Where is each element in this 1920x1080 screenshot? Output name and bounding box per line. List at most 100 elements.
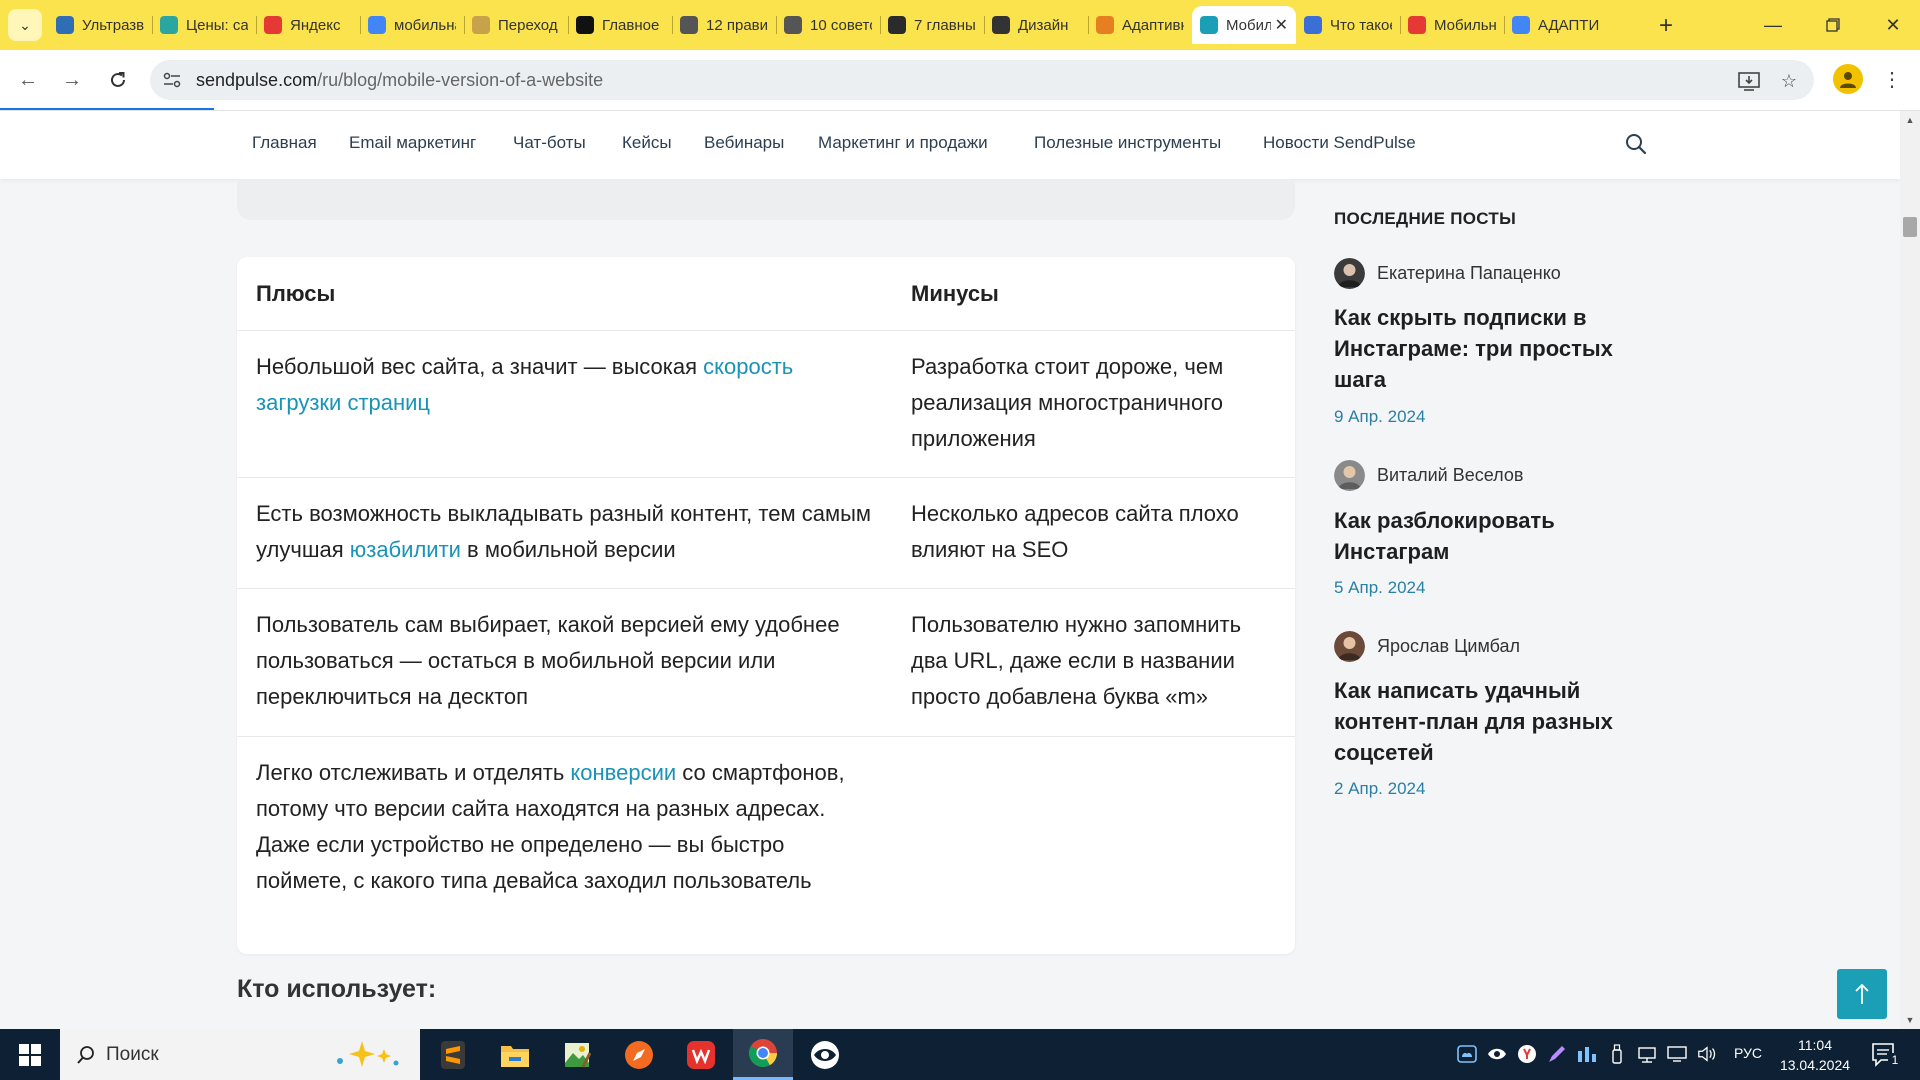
post-author[interactable]: Ярослав Цимбал — [1334, 630, 1521, 662]
tab-strip: ⌄ Ультразвук Цены: сайт Яндекс мобильная Пер… — [0, 0, 1920, 50]
post-author[interactable]: Виталий Веселов — [1334, 459, 1524, 491]
chart-tray-icon[interactable] — [1577, 1044, 1597, 1064]
close-tab-icon[interactable]: ✕ — [1275, 15, 1288, 35]
ipg-icon — [888, 16, 906, 34]
post-date: 9 Апр. 2024 — [1334, 407, 1426, 426]
windows-logo-icon — [19, 1043, 41, 1066]
new-tab-button[interactable]: + — [1652, 12, 1680, 40]
pro-cell: Небольшой вес сайта, а значит — высокая … — [256, 354, 794, 415]
tab-search-button[interactable]: ⌄ — [8, 9, 42, 41]
pen-icon[interactable] — [1547, 1044, 1567, 1064]
browser-menu-button[interactable]: ⋮ — [1880, 64, 1904, 94]
browser-tab[interactable]: АДАПТИВНЫЙ — [1504, 6, 1608, 44]
search-icon[interactable] — [1624, 132, 1648, 156]
nav-item-cases[interactable]: Кейсы — [622, 133, 672, 153]
table-row: Есть возможность выкладывать разный конт… — [237, 478, 1295, 589]
volume-icon[interactable] — [1697, 1044, 1717, 1064]
browser-tab[interactable]: Главное — [568, 6, 672, 44]
recent-posts-title: ПОСЛЕДНИЕ ПОСТЫ — [1334, 209, 1517, 228]
page-scrollbar[interactable]: ▲ ▼ — [1900, 111, 1920, 1029]
mascot-icon — [1096, 16, 1114, 34]
yandex-browser-icon[interactable] — [1517, 1044, 1537, 1064]
browser-tab[interactable]: мобильная — [360, 6, 464, 44]
tab-title: 12 правил — [706, 16, 768, 34]
browser-tab-active[interactable]: Мобильная✕ — [1192, 6, 1296, 44]
maximize-button[interactable] — [1810, 10, 1856, 40]
input-language[interactable]: РУС — [1734, 1045, 1762, 1061]
browser-tab[interactable]: Что такое — [1296, 6, 1400, 44]
taskbar-app[interactable] — [485, 1029, 545, 1080]
scroll-down-arrow-icon[interactable]: ▼ — [1900, 1013, 1920, 1027]
nav-item-marketing-sales[interactable]: Маркетинг и продажи — [818, 133, 988, 153]
nav-item-sendpulse-news[interactable]: Новости SendPulse — [1263, 133, 1416, 153]
network-icon[interactable] — [1637, 1044, 1657, 1064]
nav-item-home[interactable]: Главная — [252, 133, 317, 153]
reload-button[interactable] — [102, 64, 134, 96]
author-name: Ярослав Цимбал — [1377, 635, 1521, 656]
browser-tab[interactable]: Ультразвук — [48, 6, 152, 44]
pros-cons-table: Плюсы Минусы Небольшой вес сайта, а знач… — [237, 257, 1295, 954]
install-icon — [1738, 72, 1760, 91]
close-window-button[interactable]: ✕ — [1870, 10, 1916, 40]
browser-tab[interactable]: 7 главных — [880, 6, 984, 44]
usb-icon[interactable] — [1607, 1044, 1627, 1064]
header-pros: Плюсы — [256, 281, 336, 306]
notification-center-button[interactable]: 1 — [1870, 1041, 1902, 1069]
back-button[interactable]: ← — [12, 64, 44, 96]
eye-tray-icon[interactable] — [1487, 1044, 1507, 1064]
cloud-sync-icon[interactable] — [1457, 1044, 1477, 1064]
browser-tab[interactable]: Переход — [464, 6, 568, 44]
address-bar[interactable]: sendpulse.com/ru/blog/mobile-version-of-… — [150, 60, 1814, 100]
octopus-icon — [1408, 16, 1426, 34]
medium-icon — [576, 16, 594, 34]
usability-link[interactable]: юзабилити — [350, 537, 461, 562]
taskbar-search-placeholder: Поиск — [106, 1043, 159, 1065]
taskbar-app[interactable] — [547, 1029, 607, 1080]
post-date: 5 Апр. 2024 — [1334, 578, 1426, 597]
browser-tab[interactable]: Адаптивный — [1088, 6, 1192, 44]
nav-item-useful-tools[interactable]: Полезные инструменты — [1034, 133, 1221, 153]
taskbar-app[interactable] — [733, 1029, 793, 1080]
map-pin-icon — [264, 16, 282, 34]
monitor-icon[interactable] — [1667, 1044, 1687, 1064]
file-explorer-icon — [501, 1045, 529, 1067]
browser-tab[interactable]: Цены: сайт — [152, 6, 256, 44]
nav-item-chatbots[interactable]: Чат-боты — [513, 133, 586, 153]
browser-tab[interactable]: Дизайн — [984, 6, 1088, 44]
site-info-icon[interactable] — [162, 70, 182, 90]
url-text[interactable]: sendpulse.com/ru/blog/mobile-version-of-… — [196, 70, 603, 91]
taskbar-app[interactable] — [671, 1029, 731, 1080]
browser-tab[interactable]: 12 правил — [672, 6, 776, 44]
install-app-button[interactable] — [1736, 68, 1762, 94]
forward-button[interactable]: → — [56, 64, 88, 96]
section-heading: Кто использует: — [237, 975, 437, 1003]
scroll-to-top-button[interactable] — [1837, 969, 1887, 1019]
tab-title: Мобильная — [1226, 16, 1271, 34]
system-clock[interactable]: 11:04 13.04.2024 — [1770, 1035, 1860, 1075]
taskbar-search[interactable]: Поиск — [60, 1029, 420, 1080]
profile-button[interactable] — [1833, 64, 1863, 94]
tab-title: Яндекс — [290, 16, 341, 34]
nav-item-email-marketing[interactable]: Email маркетинг — [349, 133, 476, 153]
taskbar-app[interactable] — [795, 1029, 855, 1080]
browser-tab[interactable]: 10 советов — [776, 6, 880, 44]
nav-item-webinars[interactable]: Вебинары — [704, 133, 784, 153]
post-author[interactable]: Екатерина Папаценко — [1334, 257, 1561, 289]
start-button[interactable] — [0, 1029, 60, 1080]
post-title-link[interactable]: Как разблокировать Инстаграм — [1334, 505, 1634, 567]
scroll-up-arrow-icon[interactable]: ▲ — [1900, 113, 1920, 127]
tab-title: 7 главных — [914, 16, 976, 34]
taskbar-app[interactable] — [423, 1029, 483, 1080]
more-vertical-icon: ⋮ — [1882, 68, 1902, 91]
taskbar-app[interactable] — [609, 1029, 669, 1080]
browser-tab[interactable]: Мобильная — [1400, 6, 1504, 44]
ultra-icon — [56, 16, 74, 34]
browser-tab[interactable]: Яндекс — [256, 6, 360, 44]
post-title-link[interactable]: Как скрыть подписки в Инстаграме: три пр… — [1334, 302, 1634, 395]
author-name: Виталий Веселов — [1377, 464, 1524, 485]
minimize-button[interactable]: — — [1750, 10, 1796, 40]
conversions-link[interactable]: конверсии — [570, 760, 676, 785]
bookmark-button[interactable]: ☆ — [1776, 68, 1802, 94]
post-title-link[interactable]: Как написать удачный контент-план для ра… — [1334, 675, 1634, 768]
scrollbar-thumb[interactable] — [1903, 217, 1917, 237]
